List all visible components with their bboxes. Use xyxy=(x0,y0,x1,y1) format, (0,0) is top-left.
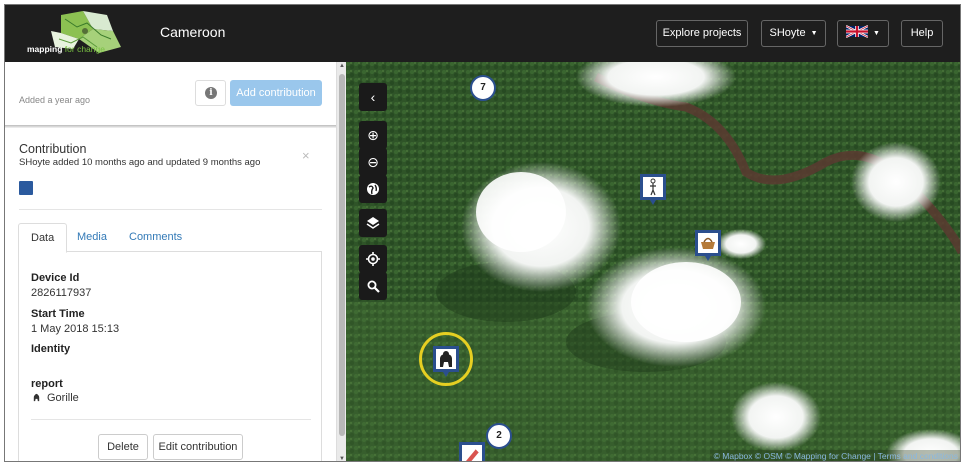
info-button[interactable]: i xyxy=(195,80,226,106)
user-menu-button[interactable]: SHoyte ▼ xyxy=(761,20,826,47)
device-id-value: 2826117937 xyxy=(31,287,92,299)
divider xyxy=(31,419,311,420)
top-navbar: mapping for change Cameroon Explore proj… xyxy=(5,5,960,62)
basket-icon xyxy=(701,237,715,249)
layers-button[interactable] xyxy=(359,209,387,237)
chevron-left-icon: ‹ xyxy=(370,89,376,105)
basket-marker[interactable] xyxy=(695,230,721,261)
scroll-up-arrow-icon[interactable]: ▲ xyxy=(338,63,346,69)
help-button[interactable]: Help xyxy=(901,20,943,47)
minus-circle-icon: ⊖ xyxy=(367,154,379,170)
category-color-swatch xyxy=(19,181,33,195)
person-sketch-icon xyxy=(650,178,656,196)
device-id-label: Device Id xyxy=(31,272,80,284)
contribution-panel: Added a year ago i Add contribution Cont… xyxy=(5,62,346,461)
gorilla-icon xyxy=(440,351,452,367)
locate-button[interactable] xyxy=(359,245,387,273)
gorilla-icon xyxy=(33,393,40,402)
gorilla-marker[interactable] xyxy=(433,346,459,377)
pencil-icon xyxy=(466,448,480,461)
satellite-imagery xyxy=(346,62,960,461)
tab-data[interactable]: Data xyxy=(18,223,68,253)
scroll-thumb[interactable] xyxy=(339,74,345,436)
caret-down-icon: ▼ xyxy=(873,30,880,37)
panel-scrollbar[interactable]: ▲ ▼ xyxy=(336,62,346,461)
start-time-value: 1 May 2018 15:13 xyxy=(31,323,120,335)
info-icon: i xyxy=(205,87,217,99)
collapse-panel-button[interactable]: ‹ xyxy=(359,83,387,111)
added-timestamp: Added a year ago xyxy=(19,95,91,105)
satellite-map[interactable]: ‹ ⊕ ⊖ 7 2 © Mapbox © OSM © Mapping for C… xyxy=(346,62,960,461)
contribution-meta: SHoyte added 10 months ago and updated 9… xyxy=(19,157,261,168)
project-title: Cameroon xyxy=(160,24,226,40)
tab-comments[interactable]: Comments xyxy=(117,223,194,252)
figure-marker[interactable] xyxy=(640,174,666,205)
layers-icon xyxy=(366,217,380,229)
locate-icon xyxy=(366,252,380,266)
user-name: SHoyte xyxy=(769,27,806,39)
report-value: Gorille xyxy=(47,392,79,404)
tab-media[interactable]: Media xyxy=(65,223,119,252)
close-icon[interactable]: × xyxy=(302,148,310,163)
delete-button[interactable]: Delete xyxy=(98,434,148,460)
add-contribution-button[interactable]: Add contribution xyxy=(230,80,322,106)
scroll-down-arrow-icon[interactable]: ▼ xyxy=(338,456,346,461)
contribution-title: Contribution xyxy=(19,142,87,156)
divider xyxy=(19,209,322,210)
app-window: mapping for change Cameroon Explore proj… xyxy=(4,4,961,462)
mapping-for-change-logo[interactable]: mapping for change xyxy=(21,9,141,57)
globe-icon xyxy=(367,183,379,195)
search-map-button[interactable] xyxy=(359,272,387,300)
plus-circle-icon: ⊕ xyxy=(367,127,379,143)
search-icon xyxy=(367,280,380,293)
identity-label: Identity xyxy=(31,343,71,355)
zoom-in-button[interactable]: ⊕ xyxy=(359,121,387,149)
map-attribution[interactable]: © Mapbox © OSM © Mapping for Change | Te… xyxy=(709,450,960,461)
edit-contribution-button[interactable]: Edit contribution xyxy=(153,434,243,460)
marker-cluster[interactable]: 2 xyxy=(486,423,512,449)
panel-divider xyxy=(5,125,336,128)
language-menu-button[interactable]: ▼ xyxy=(837,20,889,47)
report-label: report xyxy=(31,378,63,390)
logo-text: mapping for change xyxy=(27,44,105,54)
explore-projects-button[interactable]: Explore projects xyxy=(656,20,748,47)
start-time-label: Start Time xyxy=(31,308,85,320)
caret-down-icon: ▼ xyxy=(810,30,818,37)
pencil-marker[interactable] xyxy=(459,442,485,461)
contribution-tabs: Data Media Comments xyxy=(18,223,322,253)
globe-button[interactable] xyxy=(359,175,387,203)
uk-flag-icon xyxy=(845,25,869,38)
marker-cluster[interactable]: 7 xyxy=(470,75,496,101)
zoom-out-button[interactable]: ⊖ xyxy=(359,148,387,176)
